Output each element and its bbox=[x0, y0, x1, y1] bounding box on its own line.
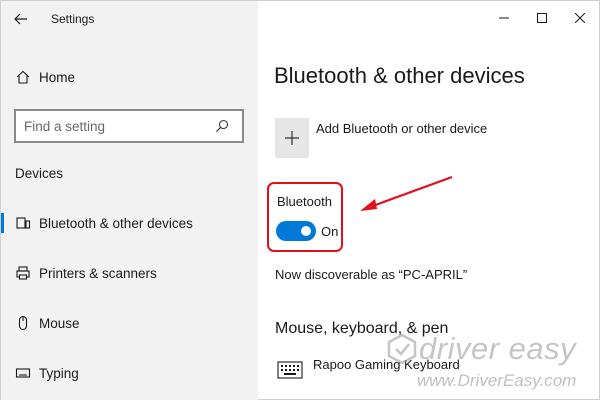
discoverable-text: Now discoverable as “PC-APRIL” bbox=[275, 267, 468, 282]
bluetooth-state-label: On bbox=[321, 224, 339, 239]
add-device-button[interactable] bbox=[275, 118, 309, 158]
maximize-icon bbox=[537, 13, 547, 23]
page-title: Bluetooth & other devices bbox=[274, 63, 525, 88]
minimize-icon bbox=[499, 17, 509, 19]
titlebar: Settings bbox=[1, 1, 258, 37]
back-arrow-icon bbox=[14, 13, 27, 25]
sidebar-item-label: Printers & scanners bbox=[39, 265, 157, 281]
keyboard-icon bbox=[276, 359, 304, 381]
settings-window: Settings Home Devices bbox=[0, 0, 600, 400]
annotation-arrow-icon bbox=[360, 175, 453, 211]
window-controls bbox=[485, 1, 599, 35]
sidebar-item-mouse[interactable]: Mouse bbox=[1, 307, 258, 339]
close-button[interactable] bbox=[561, 1, 599, 35]
watermark-url: www.DriverEasy.com bbox=[417, 371, 577, 390]
keyboard-icon bbox=[13, 363, 33, 383]
device-name[interactable]: Rapoo Gaming Keyboard bbox=[313, 357, 460, 372]
section-heading-mouse-keyboard: Mouse, keyboard, & pen bbox=[275, 320, 449, 337]
maximize-button[interactable] bbox=[523, 1, 561, 35]
sidebar-item-label: Bluetooth & other devices bbox=[39, 215, 193, 231]
toggle-knob bbox=[301, 226, 311, 236]
search-input[interactable] bbox=[16, 118, 212, 134]
bluetooth-highlight-box bbox=[267, 182, 343, 252]
bluetooth-label: Bluetooth bbox=[277, 194, 332, 209]
close-icon bbox=[575, 13, 585, 23]
back-button[interactable] bbox=[7, 7, 35, 31]
minimize-button[interactable] bbox=[485, 1, 523, 35]
sidebar-item-printers[interactable]: Printers & scanners bbox=[1, 257, 258, 289]
sidebar: Settings Home Devices bbox=[1, 1, 258, 400]
sidebar-item-home[interactable]: Home bbox=[1, 61, 258, 93]
sidebar-item-label: Mouse bbox=[39, 315, 80, 331]
sidebar-item-label: Typing bbox=[39, 365, 79, 381]
sidebar-item-label: Home bbox=[39, 69, 76, 85]
home-icon bbox=[13, 67, 33, 87]
add-device-label[interactable]: Add Bluetooth or other device bbox=[316, 121, 487, 136]
active-indicator bbox=[1, 213, 4, 233]
bluetooth-devices-icon bbox=[13, 213, 33, 233]
section-heading-devices: Devices bbox=[15, 166, 64, 181]
mouse-icon bbox=[13, 313, 33, 333]
printer-icon bbox=[13, 263, 33, 283]
sidebar-item-bluetooth[interactable]: Bluetooth & other devices bbox=[1, 207, 258, 239]
plus-icon bbox=[285, 131, 299, 145]
app-title: Settings bbox=[51, 12, 95, 26]
sidebar-item-typing[interactable]: Typing bbox=[1, 357, 258, 389]
search-box[interactable] bbox=[14, 109, 244, 143]
search-icon[interactable] bbox=[212, 116, 232, 136]
bluetooth-toggle[interactable] bbox=[276, 221, 316, 241]
